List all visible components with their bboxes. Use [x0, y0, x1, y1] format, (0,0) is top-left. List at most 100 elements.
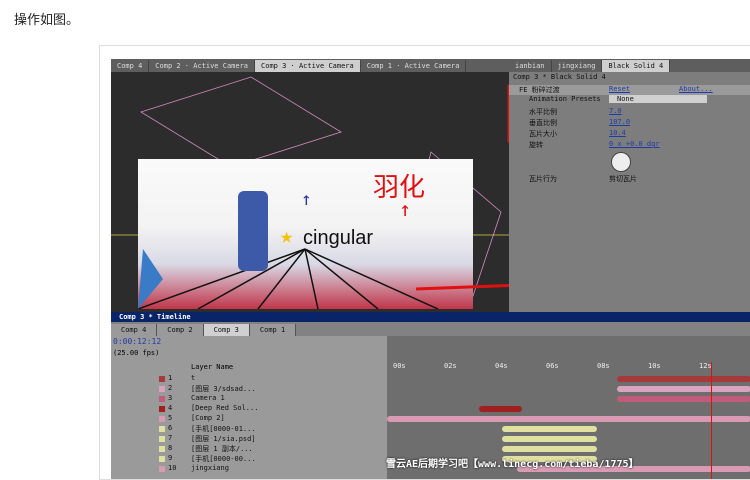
layer-row[interactable]: 9 [手机[0000-00... — [111, 454, 387, 464]
param-label-rotation: 旋转 — [529, 141, 543, 149]
watermark-text: 雪云AE后期学习吧【www.linecg.com/tieba/1775】 — [386, 459, 639, 470]
layer-row[interactable]: 3 Camera 1 — [111, 394, 387, 404]
layer-duration-bar[interactable] — [502, 436, 597, 442]
layer-name: [手机[0000-00... — [191, 455, 256, 463]
layer-color-chip — [159, 466, 165, 472]
layer-row[interactable]: 5 [Comp 2] — [111, 414, 387, 424]
phone-image — [238, 191, 268, 271]
effect-name: FE 粉碎过渡 — [519, 86, 560, 94]
layer-color-chip — [159, 416, 165, 422]
param-value-rotation[interactable]: 0 x +0.0 dgr — [609, 140, 660, 148]
effect-path: Comp 3 * Black Solid 4 — [513, 73, 606, 81]
time-tick: 00s — [393, 362, 406, 370]
presets-dropdown[interactable]: None — [609, 95, 707, 103]
layer-name: jingxiang — [191, 464, 229, 472]
layer-duration-bar[interactable] — [502, 426, 597, 432]
rotation-dial[interactable] — [611, 152, 631, 172]
layer-name: t — [191, 374, 196, 382]
time-tick: 10s — [648, 362, 661, 370]
timecode[interactable]: 0:00:12:12 — [113, 337, 161, 346]
layer-row[interactable]: 8 [图层 1 副本/... — [111, 444, 387, 454]
effect-tab-bar: ianbian jingxiang Black Solid 4 — [509, 59, 750, 72]
layer-number: 9 — [168, 454, 173, 462]
anchor-arrow-icon: ↑ — [301, 189, 312, 210]
star-icon: ★ — [280, 224, 294, 249]
layer-color-chip — [159, 376, 165, 382]
reset-link[interactable]: Reset — [609, 85, 630, 93]
layer-duration-bar[interactable] — [479, 406, 522, 412]
layer-number: 7 — [168, 434, 173, 442]
timeline-tab-comp1[interactable]: Comp 1 — [249, 324, 297, 336]
timeline-tab-bar: Comp 4 Comp 2 Comp 3 Comp 1 — [111, 324, 297, 336]
comp-tab-3[interactable]: Comp 3 · Active Camera — [255, 59, 361, 72]
layer-name-header: Layer Name — [191, 363, 234, 371]
timeline-tab-comp4[interactable]: Comp 4 — [111, 324, 158, 336]
composition-viewer[interactable]: ★ cingular ↑ 羽化 ↑ — [111, 72, 509, 312]
param-label-tile-behavior: 瓦片行为 — [529, 175, 557, 183]
layer-row[interactable]: 6 [手机[0000-01... — [111, 424, 387, 434]
layer-row[interactable]: 2 [图层 3/sdsad... — [111, 384, 387, 394]
param-value-v-scale[interactable]: 107.0 — [609, 118, 630, 126]
fps-readout: (25.00 fps) — [113, 349, 160, 357]
layer-duration-bar[interactable] — [617, 396, 750, 402]
layer-duration-bar[interactable] — [502, 446, 597, 452]
layer-name: [图层 1 副本/... — [191, 445, 253, 453]
comp-tab-4[interactable]: Comp 4 — [111, 59, 150, 72]
layer-number: 6 — [168, 424, 173, 432]
layer-color-chip — [159, 426, 165, 432]
time-tick: 06s — [546, 362, 559, 370]
layer-color-chip — [159, 456, 165, 462]
layer-number: 1 — [168, 374, 173, 382]
layer-panel: 0:00:12:12 (25.00 fps) Layer Name 1 t 2 [图层… — [111, 336, 387, 479]
layer-name: [手机[0000-01... — [191, 425, 256, 433]
layer-color-chip — [159, 386, 165, 392]
layer-row[interactable]: 7 [图层 1/sia.psd] — [111, 434, 387, 444]
time-tick: 04s — [495, 362, 508, 370]
annotation-arrow-icon: ↑ — [399, 197, 412, 221]
param-value-h-scale[interactable]: 7.0 — [609, 107, 622, 115]
effect-controls-panel: Comp 3 * Black Solid 4 FE 粉碎过渡 Reset Abo… — [509, 72, 750, 312]
param-label-tile-size: 瓦片大小 — [529, 130, 557, 138]
effect-tab-black-solid[interactable]: Black Solid 4 — [602, 59, 671, 72]
layer-row[interactable]: 1t — [111, 374, 387, 384]
layer-name: [图层 3/sdsad... — [191, 385, 256, 393]
param-label-h-scale: 水平比例 — [529, 108, 557, 116]
about-link[interactable]: About... — [679, 85, 713, 93]
layer-row[interactable]: 4 [Deep Red Sol... — [111, 404, 387, 414]
comp-tab-bar: Comp 4 Comp 2 · Active Camera Comp 3 · A… — [111, 59, 509, 72]
layer-number: 2 — [168, 384, 173, 392]
effect-tab-ianbian[interactable]: ianbian — [509, 59, 552, 72]
layer-color-chip — [159, 446, 165, 452]
layer-name: [Comp 2] — [191, 414, 225, 422]
time-tick: 12s — [699, 362, 712, 370]
comp-tab-2[interactable]: Comp 2 · Active Camera — [149, 59, 256, 72]
timeline-tab-comp3[interactable]: Comp 3 — [203, 324, 250, 336]
layer-duration-bar[interactable] — [387, 416, 750, 422]
comp-tab-1[interactable]: Comp 1 · Active Camera — [361, 59, 467, 72]
timeline-title: Comp 3 * Timeline — [111, 312, 750, 322]
presets-label: Animation Presets — [529, 95, 601, 103]
timeline-tab-comp2[interactable]: Comp 2 — [157, 324, 204, 336]
layer-name: [Deep Red Sol... — [191, 404, 259, 412]
screenshot-frame: Comp 4 Comp 2 · Active Camera Comp 3 · A… — [99, 45, 750, 480]
layer-number: 4 — [168, 404, 173, 412]
param-value-tile-behavior[interactable]: 剪切瓦片 — [609, 174, 637, 184]
time-tick: 02s — [444, 362, 457, 370]
layer-color-chip — [159, 406, 165, 412]
layer-duration-bar[interactable] — [617, 386, 750, 392]
time-tick: 08s — [597, 362, 610, 370]
layer-color-chip — [159, 436, 165, 442]
layer-row[interactable]: 10 jingxiang — [111, 464, 387, 474]
layer-number: 10 — [168, 464, 177, 472]
layer-number: 3 — [168, 394, 173, 402]
layer-name: [图层 1/sia.psd] — [191, 435, 256, 443]
current-time-indicator[interactable] — [711, 362, 712, 479]
layer-number: 8 — [168, 444, 173, 452]
effect-tab-jingxiang[interactable]: jingxiang — [552, 59, 603, 72]
timeline-panel: Comp 3 * Timeline Comp 4 Comp 2 Comp 3 C… — [111, 312, 750, 479]
param-value-tile-size[interactable]: 10.4 — [609, 129, 626, 137]
layer-number: 5 — [168, 414, 173, 422]
after-effects-window: Comp 4 Comp 2 · Active Camera Comp 3 · A… — [111, 59, 750, 479]
layer-duration-bar[interactable] — [617, 376, 750, 382]
effect-header-row: FE 粉碎过渡 Reset About... — [509, 85, 750, 95]
